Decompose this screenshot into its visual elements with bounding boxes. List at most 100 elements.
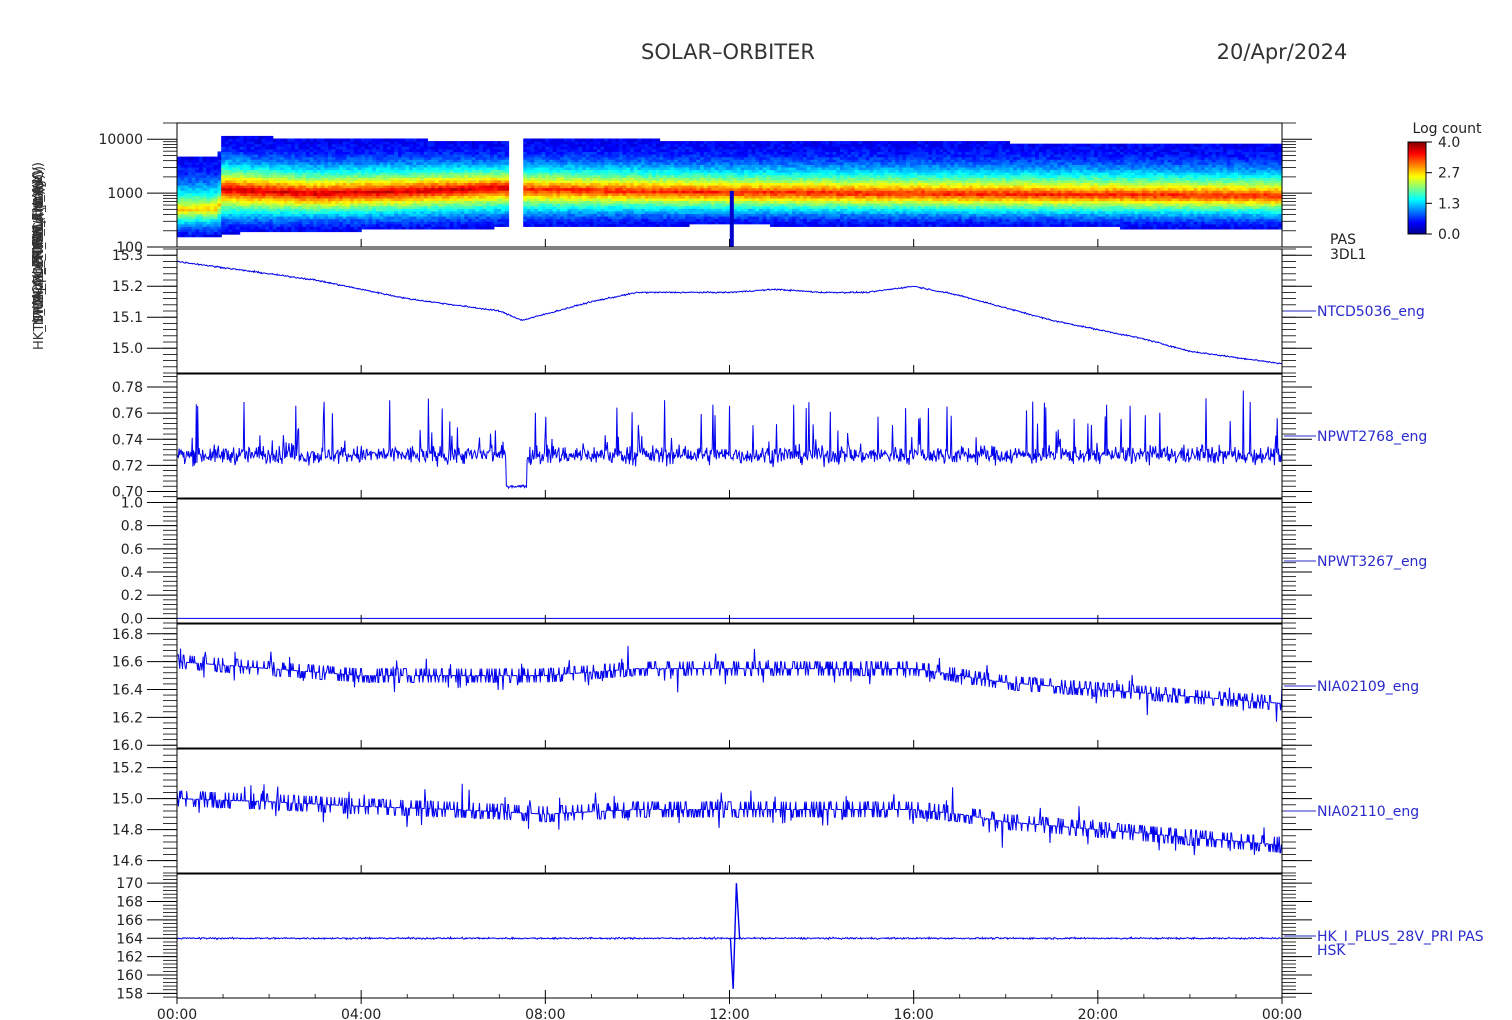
- spectrogram-cell: [431, 141, 436, 145]
- spectrogram-cell: [228, 135, 233, 140]
- spectrogram-cell: [335, 138, 340, 142]
- spectrogram-cell: [501, 141, 506, 145]
- spectrogram-cell: [217, 151, 222, 155]
- spectrogram-cell: [316, 138, 322, 142]
- spectrogram-cell: [379, 138, 384, 142]
- spectrogram-cell: [232, 135, 237, 140]
- spectrogram-cell: [250, 135, 255, 140]
- spectrogram-cell: [423, 138, 429, 142]
- spectrogram-cell: [199, 156, 204, 160]
- spectrogram-cell: [331, 138, 336, 142]
- spectrogram-cell: [246, 135, 252, 140]
- spectrogram-cell: [504, 141, 510, 145]
- spectrogram-cell: [560, 138, 565, 142]
- spectrogram-cell: [305, 138, 311, 142]
- spectrogram-cell: [442, 141, 447, 145]
- spectrogram-cell: [298, 138, 303, 142]
- spectrogram-cell: [611, 138, 616, 142]
- spectrogram-cell: [467, 141, 473, 145]
- spectrogram-cell: [213, 156, 219, 160]
- spectrogram-cell: [475, 141, 480, 145]
- spectrogram-cell: [324, 138, 329, 142]
- spectrogram-cell: [464, 141, 469, 145]
- spectrogram-cell: [471, 141, 476, 145]
- spectrogram-cell: [206, 156, 211, 160]
- spectrogram-cell: [420, 138, 425, 142]
- spectrogram-cell: [637, 138, 642, 142]
- spectrogram-cell: [302, 138, 307, 142]
- spectrogram-cell: [390, 138, 395, 142]
- spectrogram-cell: [188, 156, 193, 160]
- spectrogram-cell: [405, 138, 410, 142]
- spectrogram-cell: [368, 138, 373, 142]
- spectrogram-cell: [681, 141, 686, 145]
- spectrogram-cell: [184, 156, 189, 160]
- spectrogram-cell: [722, 141, 727, 145]
- spectrogram-cell: [261, 135, 266, 140]
- panel-pas: 100100010000PAS3DL1: [98, 122, 1366, 263]
- spectrogram-cell: [210, 156, 215, 160]
- spectrogram-cell: [549, 138, 554, 142]
- spectrogram-cell: [195, 156, 200, 160]
- spectrogram-cell: [254, 135, 259, 140]
- spectrogram-cell: [272, 138, 278, 142]
- spectrogram-cell: [596, 138, 602, 142]
- spectrogram-cell: [622, 138, 627, 142]
- spectrogram-cell: [619, 138, 624, 142]
- spectrogram-cell: [530, 138, 535, 142]
- spectrogram-cell: [180, 156, 185, 160]
- spectrogram-cell: [659, 141, 664, 145]
- spectrogram-cell: [372, 138, 377, 142]
- spectrogram-cell: [479, 141, 484, 145]
- spectrogram-cell: [394, 138, 399, 142]
- spectrogram-cell: [615, 138, 620, 142]
- spectrogram-cell: [357, 138, 362, 142]
- spectrogram-cell: [696, 141, 701, 145]
- spectrogram-cell: [563, 138, 569, 142]
- spectrogram-cell: [578, 138, 583, 142]
- spectrogram-cell: [585, 138, 591, 142]
- spectrogram-cell: [280, 138, 285, 142]
- spectrogram-cell: [283, 138, 289, 142]
- spectrogram-cell: [258, 135, 263, 140]
- spectrogram-cell: [449, 141, 454, 145]
- spectrogram-cell: [221, 135, 226, 140]
- spectrogram-cell: [567, 138, 572, 142]
- spectrogram-cell: [626, 138, 631, 142]
- spectrogram-cell: [711, 141, 716, 145]
- spectrogram-cell: [493, 141, 499, 145]
- spectrogram-cell: [416, 138, 421, 142]
- spectrogram-cell: [320, 138, 325, 142]
- spectrogram-cell: [339, 138, 344, 142]
- spectrogram-cell: [401, 138, 406, 142]
- spectrogram-cell: [537, 138, 543, 142]
- spectrogram-cell: [291, 138, 296, 142]
- spectrogram-cell: [313, 138, 318, 142]
- spectrogram-cell: [294, 138, 300, 142]
- spectrogram-cell: [276, 138, 281, 142]
- spectrogram-cell: [700, 141, 705, 145]
- spectrogram-cell: [556, 138, 561, 142]
- spectrogram-cell: [534, 138, 539, 142]
- spectrogram-cell: [652, 138, 657, 142]
- y-axis-label: HK_IMON_FOPRIME (mA): [32, 190, 47, 350]
- spectrogram-cell: [191, 156, 197, 160]
- spectrogram-cell: [438, 141, 443, 145]
- spectrogram-cell: [445, 141, 451, 145]
- spectrogram-cell: [453, 141, 458, 145]
- spectrogram-cell: [269, 135, 274, 140]
- spectrogram-cell: [460, 141, 465, 145]
- spectrogram-cell: [375, 138, 381, 142]
- spectrogram-cell: [456, 141, 462, 145]
- spectrogram-cell: [497, 141, 502, 145]
- spectrogram-cell: [685, 141, 690, 145]
- spectrogram-cell: [663, 141, 668, 145]
- mission-title: SOLAR–ORBITER: [641, 40, 815, 64]
- spectrogram-cell: [607, 138, 613, 142]
- stacked-y-labels: (eV)Approx Temp (DegC)FOBW Plan (V)TSWA_…: [31, 162, 47, 350]
- spectrogram-cell: [648, 138, 653, 142]
- spectrogram-cell: [526, 138, 532, 142]
- spectrogram-cell: [666, 141, 672, 145]
- spectrogram-cell: [593, 138, 598, 142]
- spectrogram-cell: [714, 141, 720, 145]
